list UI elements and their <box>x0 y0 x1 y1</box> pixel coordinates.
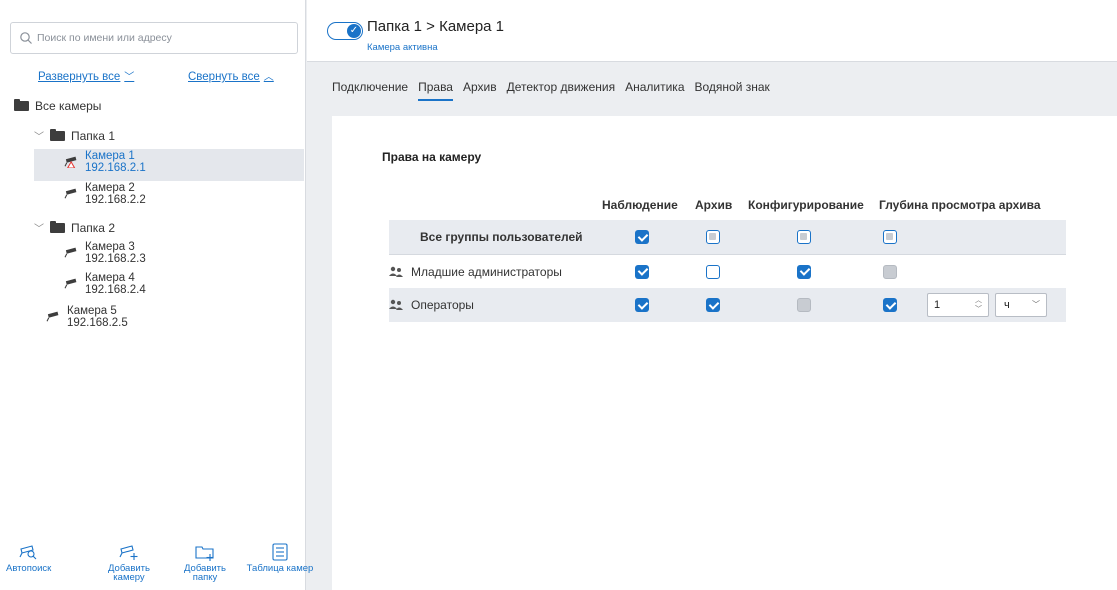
observation-checkbox[interactable] <box>635 264 649 279</box>
autosearch-button[interactable]: Автопоиск <box>6 542 52 574</box>
observation-checkbox[interactable] <box>635 298 649 312</box>
camera-ip: 192.168.2.5 <box>67 317 128 329</box>
camera-ip: 192.168.2.3 <box>85 253 146 265</box>
group-name: Операторы <box>411 298 474 312</box>
tree-folder-1[interactable]: ﹀ Папка 1 <box>34 128 115 143</box>
camera-status: Камера активна <box>367 42 438 53</box>
table-row-operators: Операторы 1 ︿ ﹀ ч ﹀ <box>389 288 1066 322</box>
chevron-down-icon[interactable]: ﹀ <box>34 220 44 235</box>
archive-depth-value-stepper[interactable]: 1 ︿ ﹀ <box>927 293 989 317</box>
camera-ip: 192.168.2.4 <box>85 284 146 296</box>
tab-rights[interactable]: Права <box>418 80 453 101</box>
add-folder-icon <box>195 546 214 561</box>
camera-icon <box>64 188 77 199</box>
tool-label: Автопоиск <box>6 563 52 574</box>
configuration-checkbox[interactable] <box>797 264 811 279</box>
search-input[interactable]: Поиск по имени или адресу <box>10 22 298 54</box>
tree-all-cameras[interactable]: Все камеры <box>14 99 101 113</box>
tab-archive[interactable]: Архив <box>463 80 497 101</box>
camera-name: Камера 4 <box>85 272 135 284</box>
camera-tree-panel: Поиск по имени или адресу Развернуть все… <box>0 0 313 590</box>
camera-name: Камера 1 <box>85 150 135 162</box>
column-header-archive: Архив <box>695 198 733 212</box>
depth-value: 1 <box>934 299 941 311</box>
archive-checkbox[interactable] <box>706 230 720 244</box>
user-group-icon <box>389 299 403 310</box>
tree-camera-4[interactable]: Камера 4 192.168.2.4 <box>62 272 146 296</box>
tab-connection[interactable]: Подключение <box>332 80 408 101</box>
settings-tabs: Подключение Права Архив Детектор движени… <box>332 80 780 101</box>
configuration-checkbox[interactable] <box>797 230 811 244</box>
collapse-all-link[interactable]: Свернуть все ︿ <box>188 68 274 83</box>
folder-label: Папка 1 <box>71 128 115 143</box>
camera-name: Камера 5 <box>67 305 117 317</box>
tab-analytics[interactable]: Аналитика <box>625 80 684 101</box>
folder-icon <box>50 128 65 141</box>
user-group-icon <box>389 266 403 277</box>
tool-label: камеру <box>113 572 145 583</box>
table-row-all-groups: Все группы пользователей <box>389 220 1066 254</box>
tree-camera-2[interactable]: Камера 2 192.168.2.2 <box>62 182 146 206</box>
collapse-all-label: Свернуть все <box>188 71 260 83</box>
search-placeholder: Поиск по имени или адресу <box>37 32 172 44</box>
column-header-configuration: Конфигурирование <box>748 198 864 212</box>
chevron-down-icon: ﹀ <box>124 72 135 83</box>
expand-all-link[interactable]: Развернуть все ﹀ <box>38 68 134 83</box>
table-icon <box>272 543 288 561</box>
group-name: Все группы пользователей <box>420 230 583 244</box>
configuration-checkbox <box>797 298 811 312</box>
expand-all-label: Развернуть все <box>38 71 121 83</box>
folder-icon <box>50 220 65 233</box>
archive-depth-checkbox <box>883 264 897 279</box>
archive-checkbox[interactable] <box>706 298 720 312</box>
section-title: Права на камеру <box>382 150 482 164</box>
page-title: Папка 1 > Камера 1 <box>367 18 505 35</box>
autosearch-icon <box>19 545 37 560</box>
camera-icon <box>46 311 59 322</box>
camera-icon <box>64 247 77 258</box>
table-row-junior-admins: Младшие администраторы <box>389 254 1066 288</box>
archive-depth-unit-select[interactable]: ч ﹀ <box>995 293 1047 317</box>
archive-depth-checkbox[interactable] <box>883 298 897 312</box>
add-camera-button[interactable]: Добавить камеру <box>104 542 154 582</box>
chevron-down-icon[interactable]: ﹀ <box>34 128 44 143</box>
group-name: Младшие администраторы <box>411 264 562 279</box>
archive-depth-checkbox[interactable] <box>883 230 897 244</box>
camera-ip: 192.168.2.2 <box>85 194 146 206</box>
depth-unit: ч <box>1004 299 1010 311</box>
camera-active-toggle[interactable]: ✓ <box>327 22 363 40</box>
tab-motion-detector[interactable]: Детектор движения <box>507 80 615 101</box>
rights-panel: Права на камеру Наблюдение Архив Конфигу… <box>332 116 1117 590</box>
tab-watermark[interactable]: Водяной знак <box>695 80 770 101</box>
camera-ip: 192.168.2.1 <box>85 162 146 174</box>
folder-icon <box>14 99 29 111</box>
camera-icon <box>64 278 77 289</box>
tree-camera-3[interactable]: Камера 3 192.168.2.3 <box>62 241 146 265</box>
stepper-arrows-icon[interactable]: ︿ ﹀ <box>975 296 982 314</box>
folder-label: Папка 2 <box>71 220 115 235</box>
add-camera-icon <box>119 545 138 560</box>
tool-label: папку <box>192 572 218 583</box>
camera-name: Камера 2 <box>85 182 135 194</box>
search-icon <box>20 32 32 44</box>
column-header-archive-depth: Глубина просмотра архива <box>879 198 1041 212</box>
column-header-observation: Наблюдение <box>602 198 678 212</box>
camera-name: Камера 3 <box>85 241 135 253</box>
chevron-down-icon: ﹀ <box>1032 300 1040 309</box>
tree-camera-1[interactable]: Камера 1 192.168.2.1 <box>34 149 304 181</box>
observation-checkbox[interactable] <box>635 230 649 244</box>
tree-camera-5[interactable]: Камера 5 192.168.2.5 <box>44 305 128 329</box>
check-icon: ✓ <box>347 24 361 38</box>
camera-warning-icon <box>64 156 77 168</box>
add-folder-button[interactable]: Добавить папку <box>180 542 230 582</box>
camera-table-button[interactable]: Таблица камер <box>244 542 316 573</box>
tree-folder-2[interactable]: ﹀ Папка 2 <box>34 220 115 235</box>
archive-checkbox[interactable] <box>706 264 720 279</box>
chevron-up-icon: ︿ <box>263 72 274 83</box>
tool-label: Таблица камер <box>246 563 314 574</box>
tree-item-label: Все камеры <box>35 99 102 113</box>
camera-header: ✓ Папка 1 > Камера 1 Камера активна <box>307 0 1117 62</box>
